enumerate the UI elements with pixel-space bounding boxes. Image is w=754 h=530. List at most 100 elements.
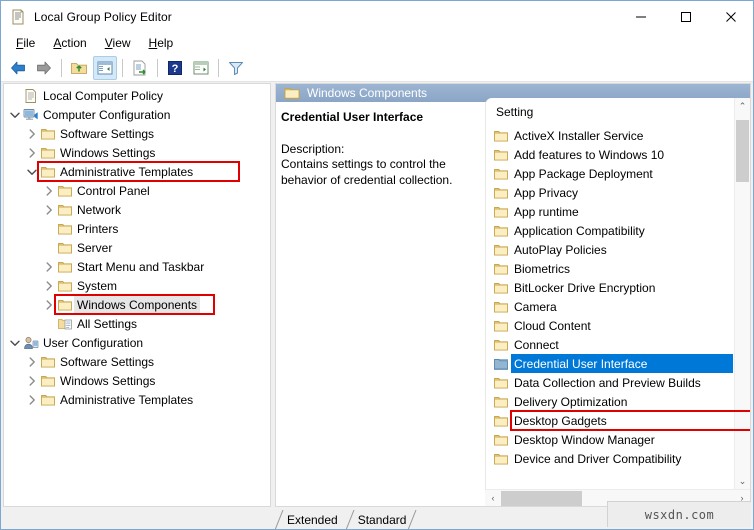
- tab-extended[interactable]: Extended: [275, 510, 346, 529]
- show-hide-console-tree-icon[interactable]: [93, 55, 117, 80]
- folder-icon: [493, 204, 509, 220]
- setting-list-item[interactable]: Connect: [486, 335, 734, 354]
- show-hide-action-pane-icon[interactable]: [189, 56, 213, 80]
- tree-item-user-configuration[interactable]: User Configuration: [4, 333, 270, 352]
- tree-item-label: All Settings: [77, 316, 138, 331]
- horizontal-scroll-thumb[interactable]: [501, 490, 582, 506]
- back-icon[interactable]: [6, 56, 30, 80]
- chevron-right-icon[interactable]: [24, 145, 40, 161]
- setting-list-item[interactable]: AutoPlay Policies: [486, 240, 734, 259]
- tree-item-label: Server: [77, 240, 113, 255]
- tree-item-software-settings[interactable]: Software Settings: [4, 352, 270, 371]
- folder-icon: [493, 375, 509, 391]
- scroll-down-arrow-icon[interactable]: ⌄: [735, 473, 750, 489]
- tree-item-windows-settings[interactable]: Windows Settings: [4, 371, 270, 390]
- tree-item-server[interactable]: Server: [4, 238, 270, 257]
- tree-item-control-panel[interactable]: Control Panel: [4, 181, 270, 200]
- folder-icon: [493, 356, 509, 372]
- scroll-left-arrow-icon[interactable]: ‹: [485, 490, 501, 506]
- setting-list-item-label: App Privacy: [514, 185, 579, 200]
- chevron-right-icon[interactable]: [24, 354, 40, 370]
- filter-icon[interactable]: [224, 56, 248, 80]
- chevron-right-icon[interactable]: [24, 126, 40, 142]
- menu-item-file[interactable]: File: [7, 34, 44, 52]
- chevron-right-icon[interactable]: [41, 183, 57, 199]
- tree-item-software-settings[interactable]: Software Settings: [4, 124, 270, 143]
- folder-icon: [40, 164, 56, 180]
- local-group-policy-editor-window: Local Group Policy Editor File Action Vi…: [0, 0, 754, 530]
- tree-item-administrative-templates[interactable]: Administrative Templates: [4, 390, 270, 409]
- chevron-down-icon[interactable]: [7, 107, 23, 123]
- chevron-right-icon[interactable]: [24, 392, 40, 408]
- console-tree-pane[interactable]: Local Computer Policy Computer Configurat…: [3, 83, 271, 507]
- vertical-scroll-thumb[interactable]: [736, 120, 749, 182]
- export-list-icon[interactable]: [128, 56, 152, 80]
- tree-item-label: Computer Configuration: [43, 107, 171, 122]
- tree-item-label: System: [77, 278, 118, 293]
- tree-item-network[interactable]: Network: [4, 200, 270, 219]
- up-folder-icon[interactable]: [67, 56, 91, 80]
- chevron-down-icon[interactable]: [7, 335, 23, 351]
- setting-list-item[interactable]: Add features to Windows 10: [486, 145, 734, 164]
- tree-item-label: Windows Settings: [60, 373, 156, 388]
- setting-list-item[interactable]: BitLocker Drive Encryption: [486, 278, 734, 297]
- minimize-button[interactable]: [618, 1, 663, 32]
- folder-icon: [493, 261, 509, 277]
- maximize-button[interactable]: [663, 1, 708, 32]
- setting-list-item[interactable]: Camera: [486, 297, 734, 316]
- pane-header-title: Windows Components: [307, 86, 428, 100]
- setting-list[interactable]: ActiveX Installer Service Add features to…: [486, 126, 734, 489]
- setting-list-item[interactable]: Application Compatibility: [486, 221, 734, 240]
- window-controls: [618, 1, 753, 32]
- setting-list-item[interactable]: Desktop Gadgets: [486, 411, 734, 430]
- settings-vertical-scrollbar[interactable]: ⌃ ⌄: [734, 98, 750, 489]
- setting-list-item[interactable]: Biometrics: [486, 259, 734, 278]
- close-button[interactable]: [708, 1, 753, 32]
- policy-tree[interactable]: Local Computer Policy Computer Configurat…: [4, 84, 270, 409]
- setting-column-header[interactable]: Setting: [486, 98, 750, 120]
- setting-list-item[interactable]: App Privacy: [486, 183, 734, 202]
- setting-list-item[interactable]: App Package Deployment: [486, 164, 734, 183]
- tree-item-windows-settings[interactable]: Windows Settings: [4, 143, 270, 162]
- tree-item-label: Local Computer Policy: [43, 88, 164, 103]
- tree-item-label: Windows Components: [74, 295, 201, 314]
- chevron-right-icon[interactable]: [41, 278, 57, 294]
- chevron-right-icon[interactable]: [41, 259, 57, 275]
- setting-list-item-label: Add features to Windows 10: [514, 147, 665, 162]
- setting-list-item[interactable]: ActiveX Installer Service: [486, 126, 734, 145]
- folder-icon: [57, 259, 73, 275]
- setting-list-item-label: Cloud Content: [514, 318, 591, 333]
- forward-icon[interactable]: [32, 56, 56, 80]
- chevron-right-icon[interactable]: [24, 373, 40, 389]
- tree-item-administrative-templates[interactable]: Administrative Templates: [4, 162, 270, 181]
- setting-list-item[interactable]: Data Collection and Preview Builds: [486, 373, 734, 392]
- computer-icon: [23, 107, 39, 123]
- help-icon[interactable]: ?: [163, 56, 187, 80]
- tree-item-start-menu-and-taskbar[interactable]: Start Menu and Taskbar: [4, 257, 270, 276]
- chevron-right-icon[interactable]: [41, 297, 57, 313]
- menu-item-help[interactable]: Help: [140, 34, 183, 52]
- chevron-down-icon[interactable]: [24, 164, 40, 180]
- setting-list-item[interactable]: Cloud Content: [486, 316, 734, 335]
- folder-icon: [57, 221, 73, 237]
- setting-list-item[interactable]: Credential User Interface: [486, 354, 734, 373]
- chevron-right-icon[interactable]: [41, 202, 57, 218]
- setting-list-item[interactable]: App runtime: [486, 202, 734, 221]
- folder-icon: [57, 183, 73, 199]
- tree-item-printers[interactable]: Printers: [4, 219, 270, 238]
- menu-bar: File Action View Help: [1, 32, 753, 54]
- setting-list-item[interactable]: Device and Driver Compatibility: [486, 449, 734, 468]
- setting-list-item-label: Delivery Optimization: [514, 394, 628, 409]
- menu-item-view[interactable]: View: [96, 34, 140, 52]
- scroll-up-arrow-icon[interactable]: ⌃: [735, 98, 750, 114]
- tree-item-label: Control Panel: [77, 183, 150, 198]
- menu-item-action[interactable]: Action: [44, 34, 95, 52]
- tree-item-local-computer-policy[interactable]: Local Computer Policy: [4, 86, 270, 105]
- setting-list-item[interactable]: Desktop Window Manager: [486, 430, 734, 449]
- setting-list-item[interactable]: Delivery Optimization: [486, 392, 734, 411]
- tree-item-all-settings[interactable]: All Settings: [4, 314, 270, 333]
- tree-item-computer-configuration[interactable]: Computer Configuration: [4, 105, 270, 124]
- tab-standard[interactable]: Standard: [346, 510, 415, 529]
- tree-item-windows-components[interactable]: Windows Components: [4, 295, 270, 314]
- tree-item-system[interactable]: System: [4, 276, 270, 295]
